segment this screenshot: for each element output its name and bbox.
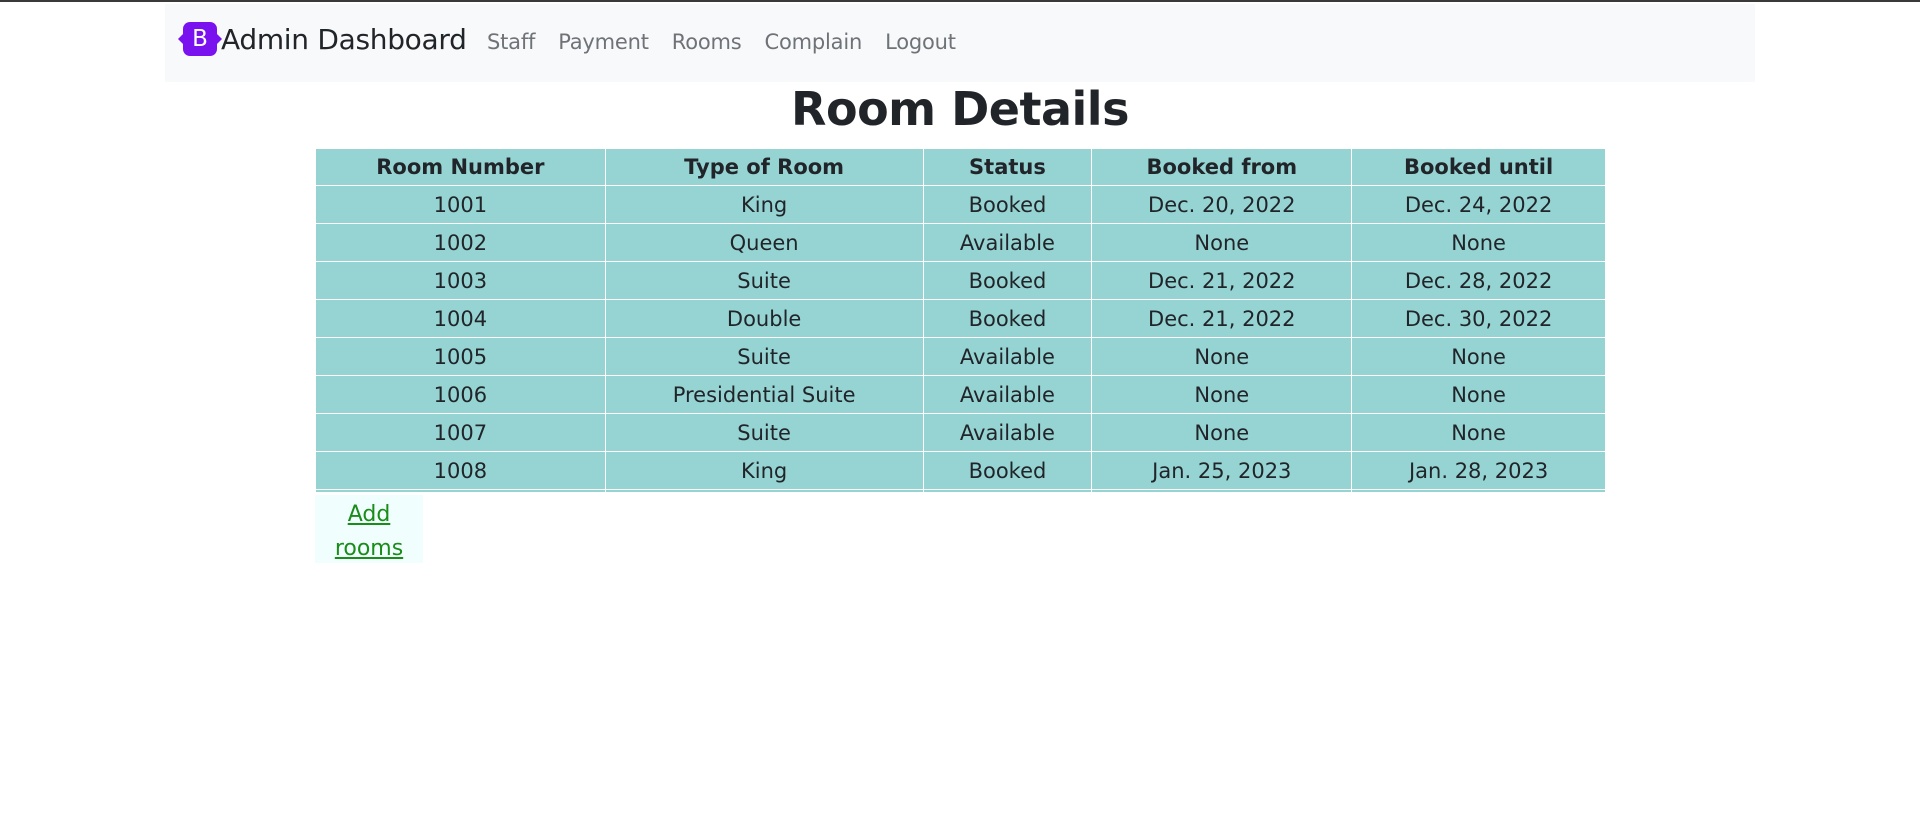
add-rooms-link[interactable]: Add rooms — [315, 495, 423, 566]
top-border — [0, 0, 1920, 2]
cell-room-number: 1007 — [315, 413, 606, 452]
cell-room-number: 1003 — [315, 261, 606, 300]
cell-status: Booked — [922, 299, 1093, 338]
cell-booked-from: Dec. 21, 2022 — [1091, 261, 1353, 300]
cell-booked-until: Dec. 24, 2022 — [1351, 185, 1606, 224]
table-header-row: Room Number Type of Room Status Booked f… — [315, 148, 1606, 186]
table-row: 1001 King Booked Dec. 20, 2022 Dec. 24, … — [315, 185, 1606, 224]
table-row: 1002 Queen Available None None — [315, 223, 1606, 262]
bootstrap-logo-icon: B — [178, 22, 222, 56]
nav-link-complain[interactable]: Complain — [765, 30, 863, 54]
cell-booked-from: None — [1091, 375, 1353, 414]
table-row: 1006 Presidential Suite Available None N… — [315, 375, 1606, 414]
table-row: 1004 Double Booked Dec. 21, 2022 Dec. 30… — [315, 299, 1606, 338]
header-status: Status — [922, 148, 1093, 186]
cell-room-type: Presidential Suite — [604, 375, 924, 414]
brand-title: Admin Dashboard — [221, 22, 467, 56]
cell-room-number: 1005 — [315, 337, 606, 376]
cell-status: Available — [922, 337, 1093, 376]
cell-status: Booked — [922, 451, 1093, 490]
nav-links: Staff Payment Rooms Complain Logout — [487, 30, 979, 54]
page-title: Room Details — [791, 82, 1129, 136]
cell-room-number: 1001 — [315, 185, 606, 224]
cell-booked-from: Dec. 21, 2022 — [1091, 299, 1353, 338]
cell-booked-until: None — [1351, 337, 1606, 376]
cell-booked-until: Dec. 28, 2022 — [1351, 261, 1606, 300]
cell-booked-from: None — [1091, 337, 1353, 376]
header-booked-from: Booked from — [1091, 148, 1353, 186]
cell-room-number: 1004 — [315, 299, 606, 338]
cell-room-number: 1002 — [315, 223, 606, 262]
table-row: 1007 Suite Available None None — [315, 413, 1606, 452]
header-booked-until: Booked until — [1351, 148, 1606, 186]
brand-link[interactable]: B Admin Dashboard — [178, 22, 467, 56]
nav-link-logout[interactable]: Logout — [885, 30, 956, 54]
cell-room-type: Suite — [604, 261, 924, 300]
cell-room-type: Double — [604, 299, 924, 338]
cell-status: Available — [922, 413, 1093, 452]
cell-booked-from: None — [1091, 223, 1353, 262]
cell-room-type: Suite — [604, 337, 924, 376]
table-empty-row — [315, 489, 1606, 493]
navbar: B Admin Dashboard Staff Payment Rooms Co… — [165, 4, 1755, 82]
table-row: 1008 King Booked Jan. 25, 2023 Jan. 28, … — [315, 451, 1606, 490]
cell-booked-until: Dec. 30, 2022 — [1351, 299, 1606, 338]
cell-booked-until: None — [1351, 375, 1606, 414]
cell-room-number: 1008 — [315, 451, 606, 490]
cell-booked-from: Jan. 25, 2023 — [1091, 451, 1353, 490]
cell-room-type: King — [604, 185, 924, 224]
cell-booked-until: None — [1351, 223, 1606, 262]
nav-link-payment[interactable]: Payment — [558, 30, 649, 54]
cell-status: Available — [922, 375, 1093, 414]
cell-room-type: King — [604, 451, 924, 490]
cell-room-type: Suite — [604, 413, 924, 452]
cell-booked-until: Jan. 28, 2023 — [1351, 451, 1606, 490]
cell-status: Available — [922, 223, 1093, 262]
cell-booked-from: Dec. 20, 2022 — [1091, 185, 1353, 224]
header-type-of-room: Type of Room — [604, 148, 924, 186]
room-table: Room Number Type of Room Status Booked f… — [315, 148, 1606, 493]
cell-room-type: Queen — [604, 223, 924, 262]
cell-room-number: 1006 — [315, 375, 606, 414]
nav-link-rooms[interactable]: Rooms — [672, 30, 742, 54]
cell-booked-until: None — [1351, 413, 1606, 452]
nav-link-staff[interactable]: Staff — [487, 30, 535, 54]
add-rooms-container: Add rooms — [315, 495, 423, 563]
header-room-number: Room Number — [315, 148, 606, 186]
cell-status: Booked — [922, 261, 1093, 300]
table-row: 1005 Suite Available None None — [315, 337, 1606, 376]
table-row: 1003 Suite Booked Dec. 21, 2022 Dec. 28,… — [315, 261, 1606, 300]
cell-booked-from: None — [1091, 413, 1353, 452]
cell-status: Booked — [922, 185, 1093, 224]
